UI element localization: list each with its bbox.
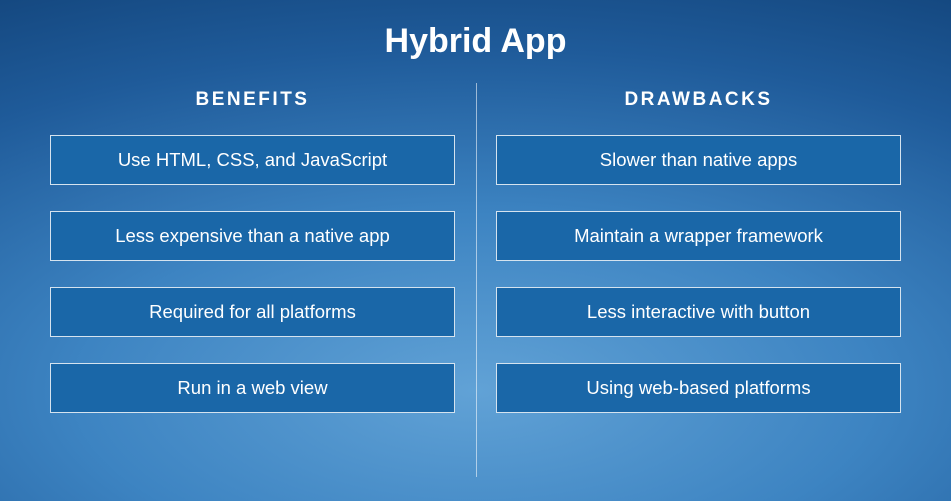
- diagram-container: Hybrid App BENEFITS Use HTML, CSS, and J…: [0, 0, 951, 501]
- list-item: Required for all platforms: [50, 287, 455, 337]
- benefits-column: BENEFITS Use HTML, CSS, and JavaScript L…: [50, 89, 455, 471]
- list-item: Less expensive than a native app: [50, 211, 455, 261]
- list-item: Use HTML, CSS, and JavaScript: [50, 135, 455, 185]
- columns-wrapper: BENEFITS Use HTML, CSS, and JavaScript L…: [50, 89, 901, 471]
- item-label: Slower than native apps: [600, 149, 797, 171]
- list-item: Using web-based platforms: [496, 363, 901, 413]
- vertical-divider: [476, 83, 477, 477]
- item-label: Required for all platforms: [149, 301, 356, 323]
- item-label: Maintain a wrapper framework: [574, 225, 823, 247]
- list-item: Less interactive with button: [496, 287, 901, 337]
- list-item: Maintain a wrapper framework: [496, 211, 901, 261]
- drawbacks-column: DRAWBACKS Slower than native apps Mainta…: [496, 89, 901, 471]
- list-item: Run in a web view: [50, 363, 455, 413]
- benefits-header: BENEFITS: [196, 89, 310, 111]
- item-label: Less expensive than a native app: [115, 225, 390, 247]
- drawbacks-header: DRAWBACKS: [624, 89, 772, 111]
- item-label: Run in a web view: [177, 377, 327, 399]
- item-label: Using web-based platforms: [586, 377, 810, 399]
- item-label: Use HTML, CSS, and JavaScript: [118, 149, 387, 171]
- page-title: Hybrid App: [50, 22, 901, 61]
- list-item: Slower than native apps: [496, 135, 901, 185]
- item-label: Less interactive with button: [587, 301, 810, 323]
